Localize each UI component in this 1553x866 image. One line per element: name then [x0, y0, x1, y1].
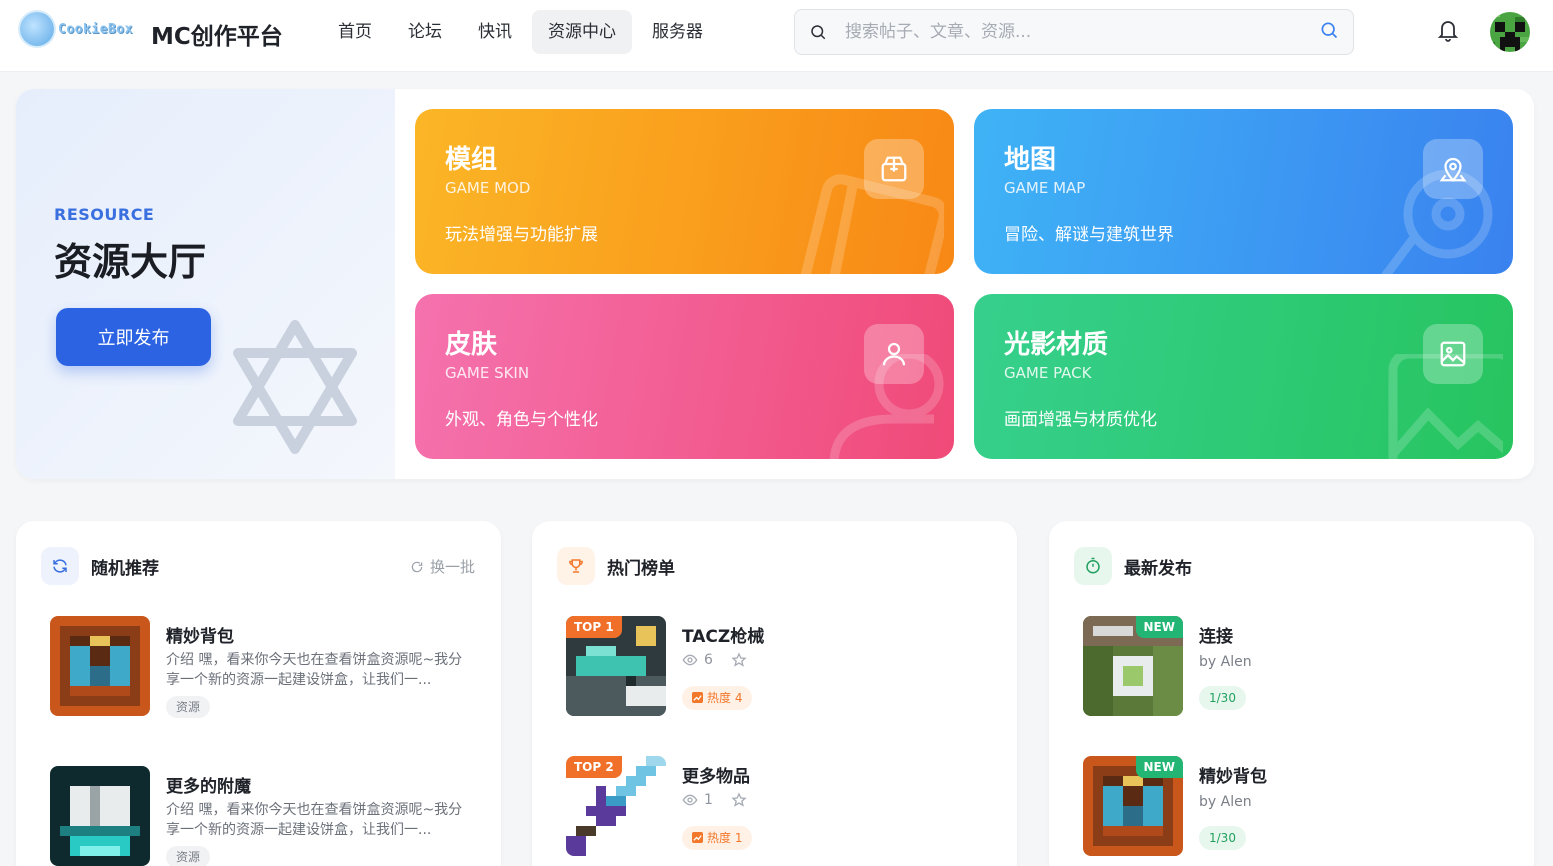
list-item[interactable]: NEW 精妙背包 by Alen 1/30 [1083, 756, 1513, 856]
search-input[interactable] [845, 18, 1305, 46]
category-title: 光影材质 [1004, 330, 1109, 360]
item-date: 1/30 [1199, 826, 1246, 850]
list-item[interactable]: NEW 连接 by Alen 1/30 [1083, 616, 1513, 716]
item-desc: 介绍 嘿，看来你今天也在查看饼盒资源呢~我分享一个新的资源一起建设饼盒，让我们一… [166, 652, 463, 688]
item-tag: 资源 [166, 696, 211, 718]
trophy-icon [557, 547, 595, 585]
item-title: 连接 [1199, 627, 1233, 647]
hot-ranking-panel: 热门榜单 TOP 1 TACZ枪械 6 热度 4 TOP 2 更多物品 1 热度… [532, 521, 1017, 866]
category-desc: 冒险、解谜与建筑世界 [1004, 225, 1174, 245]
category-title: 模组 [445, 145, 498, 175]
site-logo[interactable]: CookieBox [20, 12, 133, 46]
item-title: 精妙背包 [166, 627, 234, 647]
list-item[interactable]: TOP 1 TACZ枪械 6 热度 4 [566, 616, 996, 716]
panel-title: 最新发布 [1124, 559, 1192, 579]
item-title: 更多物品 [682, 767, 750, 787]
item-author: by Alen [1199, 794, 1252, 810]
refresh-icon [411, 561, 423, 572]
nav-item-servers[interactable]: 服务器 [636, 10, 719, 54]
backpack-thumbnail [50, 616, 150, 716]
new-badge: NEW [1135, 616, 1183, 638]
list-item[interactable]: TOP 2 更多物品 1 热度 1 [566, 756, 996, 856]
category-en: GAME PACK [1004, 364, 1092, 382]
eye-icon [682, 654, 698, 666]
category-title: 地图 [1004, 145, 1057, 175]
item-title: TACZ枪械 [682, 627, 765, 647]
nav-item-news[interactable]: 快讯 [462, 10, 528, 54]
nav-item-forum[interactable]: 论坛 [392, 10, 458, 54]
search-bar [794, 9, 1354, 55]
item-author: by Alen [1199, 654, 1252, 670]
nav-item-home[interactable]: 首页 [322, 10, 388, 54]
item-meta: 6 [682, 652, 747, 668]
panel-title: 热门榜单 [607, 559, 675, 579]
view-count: 1 [704, 792, 713, 808]
refresh-batch-button[interactable]: 换一批 [410, 556, 475, 577]
item-tag: 资源 [166, 846, 211, 866]
top-header: CookieBox MC创作平台 首页 论坛 快讯 资源中心 服务器 [0, 0, 1553, 72]
view-count: 6 [704, 652, 713, 668]
category-en: GAME SKIN [445, 364, 530, 382]
nav-item-resource-center[interactable]: 资源中心 [532, 10, 632, 54]
category-title: 皮肤 [445, 330, 498, 360]
rank-badge: TOP 1 [566, 616, 622, 638]
heat-text: 热度 4 [707, 691, 743, 705]
star-decoration-icon [233, 320, 357, 454]
connected-textures-thumbnail: NEW [1083, 616, 1183, 716]
item-desc: 介绍 嘿，看来你今天也在查看饼盒资源呢~我分享一个新的资源一起建设饼盒，让我们一… [166, 802, 463, 838]
search-submit-icon[interactable] [1319, 20, 1339, 40]
hero-intro: RESOURCE 资源大厅 立即发布 [16, 89, 395, 479]
panel-title: 随机推荐 [91, 559, 159, 579]
cookie-logo-icon [20, 12, 54, 46]
resource-hero: RESOURCE 资源大厅 立即发布 模组 GAME MOD 玩法增强与功能扩展… [16, 89, 1534, 479]
random-recommend-panel: 随机推荐 换一批 精妙背包 介绍 嘿，看来你今天也在查看饼盒资源呢~我分享一个新… [16, 521, 501, 866]
category-card-map[interactable]: 地图 GAME MAP 冒险、解谜与建筑世界 [974, 109, 1513, 274]
category-en: GAME MOD [445, 179, 531, 197]
logo-text: CookieBox [58, 21, 133, 37]
rank-badge: TOP 2 [566, 756, 622, 778]
main-nav: 首页 论坛 快讯 资源中心 服务器 [322, 10, 723, 54]
new-badge: NEW [1135, 756, 1183, 778]
category-desc: 画面增强与材质优化 [1004, 410, 1157, 430]
notification-bell-icon[interactable] [1436, 17, 1460, 43]
image-icon [1423, 324, 1483, 384]
star-icon[interactable] [731, 652, 747, 668]
heat-text: 热度 1 [707, 831, 743, 845]
map-pin-icon [1423, 139, 1483, 199]
backpack-thumbnail: NEW [1083, 756, 1183, 856]
refresh-label: 换一批 [429, 558, 475, 576]
item-title: 精妙背包 [1199, 767, 1267, 787]
latest-release-panel: 最新发布 NEW 连接 by Alen 1/30 NEW 精妙背包 by Ale… [1049, 521, 1534, 866]
publish-button[interactable]: 立即发布 [56, 308, 211, 366]
item-date: 1/30 [1199, 686, 1246, 710]
category-card-mod[interactable]: 模组 GAME MOD 玩法增强与功能扩展 [415, 109, 954, 274]
hero-title: 资源大厅 [54, 240, 207, 284]
tacz-thumbnail: TOP 1 [566, 616, 666, 716]
enchant-book-thumbnail [50, 766, 150, 866]
item-title: 更多的附魔 [166, 777, 251, 797]
hero-subtitle: RESOURCE [54, 205, 155, 224]
package-icon [864, 139, 924, 199]
list-item[interactable]: 精妙背包 介绍 嘿，看来你今天也在查看饼盒资源呢~我分享一个新的资源一起建设饼盒… [50, 616, 480, 718]
item-meta: 1 [682, 792, 747, 808]
heat-badge: 热度 4 [682, 686, 753, 710]
user-avatar[interactable] [1490, 12, 1530, 52]
user-icon [864, 324, 924, 384]
category-desc: 外观、角色与个性化 [445, 410, 598, 430]
trend-icon [692, 692, 703, 703]
stopwatch-icon [1074, 547, 1112, 585]
site-title[interactable]: MC创作平台 [151, 17, 283, 51]
category-card-skin[interactable]: 皮肤 GAME SKIN 外观、角色与个性化 [415, 294, 954, 459]
star-icon[interactable] [731, 792, 747, 808]
category-en: GAME MAP [1004, 179, 1086, 197]
list-item[interactable]: 更多的附魔 介绍 嘿，看来你今天也在查看饼盒资源呢~我分享一个新的资源一起建设饼… [50, 766, 480, 866]
refresh-cycle-icon [41, 547, 79, 585]
category-card-shader-pack[interactable]: 光影材质 GAME PACK 画面增强与材质优化 [974, 294, 1513, 459]
sword-thumbnail: TOP 2 [566, 756, 666, 856]
search-icon [811, 25, 826, 40]
category-desc: 玩法增强与功能扩展 [445, 225, 598, 245]
heat-badge: 热度 1 [682, 826, 753, 850]
trend-icon [692, 832, 703, 843]
eye-icon [682, 794, 698, 806]
